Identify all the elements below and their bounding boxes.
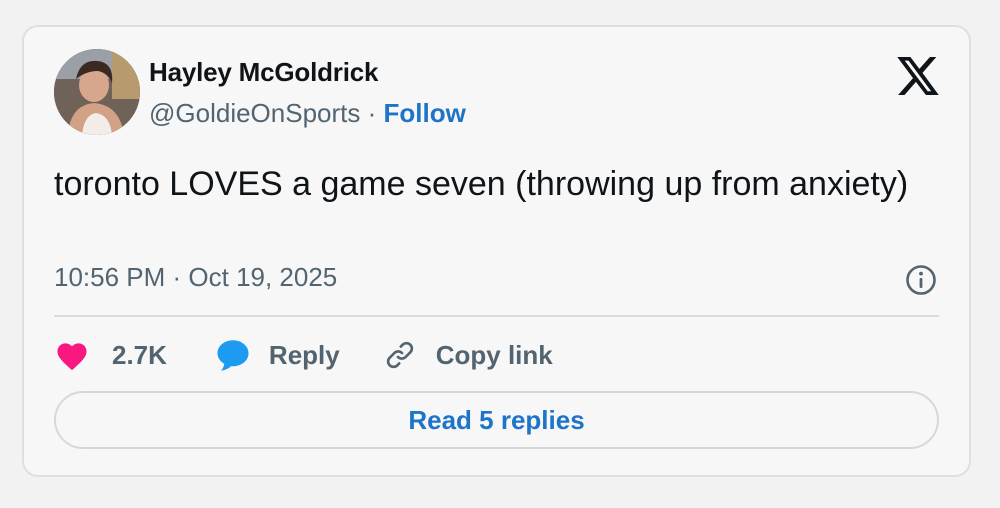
follow-button[interactable]: Follow — [384, 98, 466, 128]
author-handle[interactable]: @GoldieOnSports — [149, 98, 360, 128]
profile-photo-icon — [54, 49, 140, 135]
read-replies-button[interactable]: Read 5 replies — [54, 391, 939, 449]
like-button[interactable]: 2.7K — [54, 339, 167, 371]
tweet-timestamp[interactable]: 10:56 PM · Oct 19, 2025 — [54, 262, 337, 293]
divider — [54, 315, 939, 317]
read-replies-label: Read 5 replies — [408, 404, 585, 435]
info-icon[interactable] — [905, 264, 937, 296]
tweet-text: toronto LOVES a game seven (throwing up … — [54, 165, 909, 203]
reply-button[interactable]: Reply — [215, 338, 340, 372]
reply-label: Reply — [268, 339, 340, 370]
tweet-card: Hayley McGoldrick @GoldieOnSports · Foll… — [22, 25, 971, 477]
like-count: 2.7K — [112, 339, 167, 370]
x-logo-icon[interactable] — [897, 57, 939, 95]
heart-icon — [57, 343, 87, 371]
avatar[interactable] — [54, 49, 140, 135]
separator-dot: · — [367, 98, 377, 128]
copy-link-label: Copy link — [435, 339, 553, 370]
copy-link-button[interactable]: Copy link — [384, 339, 553, 371]
action-bar: 2.7K Reply Copy link — [54, 335, 553, 375]
reply-bubble-icon — [217, 340, 249, 371]
author-handle-row: @GoldieOnSports · Follow — [149, 98, 466, 129]
author-name[interactable]: Hayley McGoldrick — [149, 57, 378, 88]
link-icon — [386, 341, 413, 369]
